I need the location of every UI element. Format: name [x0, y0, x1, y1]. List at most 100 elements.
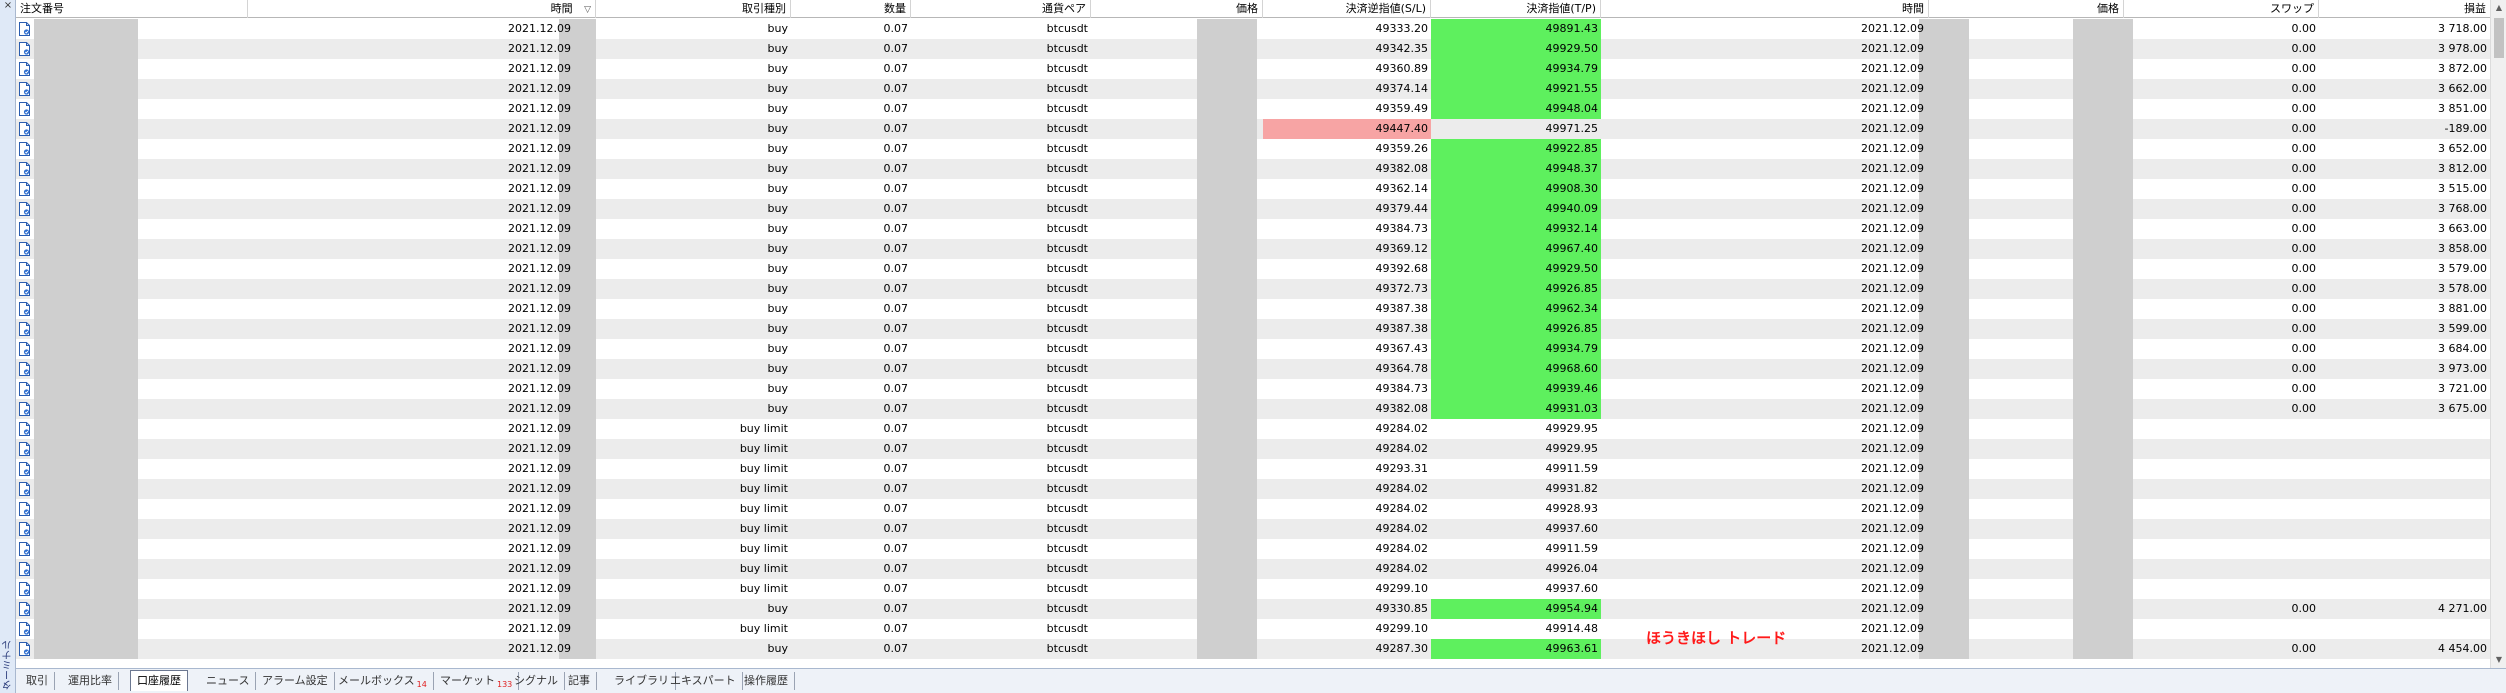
cell-qty: 0.07 — [883, 622, 909, 635]
cell-close-time: 2021.12.09 — [1861, 162, 1924, 175]
redacted-cell — [1197, 79, 1257, 99]
table-row[interactable]: 2021.12.09 buy limit 0.07 btcusdt 49284.02 49… — [16, 439, 2490, 459]
table-row[interactable]: 2021.12.09 buy 0.07 btcusdt 49330.85 49954.94… — [16, 599, 2490, 619]
table-row[interactable]: 2021.12.09 buy 0.07 btcusdt 49359.26 49922.85… — [16, 139, 2490, 159]
table-row[interactable]: 2021.12.09 buy 0.07 btcusdt 49392.68 49929.50… — [16, 259, 2490, 279]
cell-time: 2021.12.09 — [508, 522, 571, 535]
table-row[interactable]: 2021.12.09 buy 0.07 btcusdt 49447.40 49971.25… — [16, 119, 2490, 139]
cell-close-time: 2021.12.09 — [1861, 102, 1924, 115]
cell-sl: 49447.40 — [1263, 119, 1431, 139]
table-row[interactable]: 2021.12.09 buy 0.07 btcusdt 49364.78 49968.60… — [16, 359, 2490, 379]
col-header-symbol[interactable]: 通貨ペア — [911, 0, 1091, 18]
table-row[interactable]: 2021.12.09 buy limit 0.07 btcusdt 49293.31 49… — [16, 459, 2490, 479]
document-icon — [18, 382, 31, 396]
table-row[interactable]: 2021.12.09 buy limit 0.07 btcusdt 49299.10 49… — [16, 579, 2490, 599]
col-header-order[interactable]: 注文番号 — [16, 0, 248, 18]
table-row[interactable]: 2021.12.09 buy 0.07 btcusdt 49384.73 49932.14… — [16, 219, 2490, 239]
cell-close-time: 2021.12.09 — [1861, 522, 1924, 535]
tab-10[interactable]: エキスパート — [664, 672, 743, 690]
cell-swap: 0.00 — [2291, 202, 2317, 215]
cell-pair: btcusdt — [1046, 502, 1088, 515]
table-row[interactable]: 2021.12.09 buy 0.07 btcusdt 49382.08 49931.03… — [16, 399, 2490, 419]
redacted-cell — [1197, 639, 1257, 659]
redacted-cell — [1197, 599, 1257, 619]
cell-time: 2021.12.09 — [508, 582, 571, 595]
cell-qty: 0.07 — [883, 102, 909, 115]
table-row[interactable]: 2021.12.09 buy limit 0.07 btcusdt 49284.02 49… — [16, 499, 2490, 519]
cell-type: buy — [767, 62, 788, 75]
cell-close-time: 2021.12.09 — [1861, 322, 1924, 335]
tab-1[interactable]: 運用比率 — [62, 672, 119, 690]
cell-tp: 49968.60 — [1431, 359, 1601, 379]
cell-qty: 0.07 — [883, 122, 909, 135]
cell-close-time: 2021.12.09 — [1861, 82, 1924, 95]
cell-tp: 49971.25 — [1545, 122, 1599, 135]
table-row[interactable]: 2021.12.09 buy 0.07 btcusdt 49360.89 49934.79… — [16, 59, 2490, 79]
tab-7[interactable]: シグナル — [508, 672, 565, 690]
cell-qty: 0.07 — [883, 522, 909, 535]
table-row[interactable]: 2021.12.09 buy 0.07 btcusdt 49379.44 49940.09… — [16, 199, 2490, 219]
cell-pair: btcusdt — [1046, 622, 1088, 635]
tab-0[interactable]: 取引 — [20, 672, 55, 690]
cell-type: buy limit — [739, 622, 788, 635]
scroll-thumb[interactable] — [2494, 18, 2504, 58]
cell-profit — [2319, 539, 2490, 559]
vertical-scrollbar[interactable]: ▲ ▼ — [2490, 0, 2506, 668]
table-row[interactable]: 2021.12.09 buy 0.07 btcusdt 49387.38 49926.85… — [16, 319, 2490, 339]
redacted-cell — [34, 419, 138, 439]
cell-profit: 3 978.00 — [2438, 42, 2487, 55]
table-row[interactable]: 2021.12.09 buy limit 0.07 btcusdt 49284.02 49… — [16, 519, 2490, 539]
col-header-time[interactable]: 時間 ▽ — [248, 0, 596, 18]
col-header-swap[interactable]: スワップ — [2124, 0, 2319, 18]
table-row[interactable]: 2021.12.09 buy 0.07 btcusdt 49382.08 49948.37… — [16, 159, 2490, 179]
tab-label: 操作履歴 — [744, 674, 788, 687]
table-row[interactable]: 2021.12.09 buy 0.07 btcusdt 49374.14 49921.55… — [16, 79, 2490, 99]
col-header-sl[interactable]: 決済逆指値(S/L) — [1263, 0, 1431, 18]
tab-3[interactable]: ニュース — [200, 672, 257, 690]
table-row[interactable]: 2021.12.09 buy 0.07 btcusdt 49333.20 49891.43… — [16, 19, 2490, 39]
table-row[interactable]: 2021.12.09 buy limit 0.07 btcusdt 49284.02 49… — [16, 559, 2490, 579]
table-row[interactable]: 2021.12.09 buy limit 0.07 btcusdt 49284.02 49… — [16, 479, 2490, 499]
col-header-tp[interactable]: 決済指値(T/P) — [1431, 0, 1601, 18]
scroll-up-icon[interactable]: ▲ — [2491, 0, 2506, 16]
col-header-price[interactable]: 価格 — [1091, 0, 1263, 18]
tab-5[interactable]: メールボックス 14 — [332, 672, 434, 690]
cell-time: 2021.12.09 — [508, 102, 571, 115]
table-row[interactable]: 2021.12.09 buy 0.07 btcusdt 49384.73 49939.46… — [16, 379, 2490, 399]
scroll-down-icon[interactable]: ▼ — [2491, 652, 2506, 668]
table-row[interactable]: 2021.12.09 buy 0.07 btcusdt 49359.49 49948.04… — [16, 99, 2490, 119]
table-row[interactable]: 2021.12.09 buy 0.07 btcusdt 49372.73 49926.85… — [16, 279, 2490, 299]
table-row[interactable]: 2021.12.09 buy 0.07 btcusdt 49387.38 49962.34… — [16, 299, 2490, 319]
col-header-volume[interactable]: 数量 — [791, 0, 911, 18]
cell-pair: btcusdt — [1046, 182, 1088, 195]
tab-6[interactable]: マーケット 133 — [434, 672, 520, 690]
table-row[interactable]: 2021.12.09 buy 0.07 btcusdt 49362.14 49908.30… — [16, 179, 2490, 199]
tab-4[interactable]: アラーム設定 — [256, 672, 335, 690]
table-row[interactable]: 2021.12.09 buy 0.07 btcusdt 49342.35 49929.50… — [16, 39, 2490, 59]
document-icon — [18, 22, 31, 36]
tab-11[interactable]: 操作履歴 — [738, 672, 795, 690]
cell-profit: 3 721.00 — [2438, 382, 2487, 395]
col-header-close-time[interactable]: 時間 — [1601, 0, 1929, 18]
table-row[interactable]: 2021.12.09 buy 0.07 btcusdt 49369.12 49967.40… — [16, 239, 2490, 259]
table-row[interactable]: 2021.12.09 buy 0.07 btcusdt 49287.30 49963.61… — [16, 639, 2490, 659]
tab-2[interactable]: 口座履歴 — [130, 670, 188, 691]
cell-qty: 0.07 — [883, 502, 909, 515]
close-icon[interactable]: × — [2, 0, 14, 12]
table-row[interactable]: 2021.12.09 buy limit 0.07 btcusdt 49284.02 49… — [16, 419, 2490, 439]
cell-swap: 0.00 — [2291, 222, 2317, 235]
col-header-close-price[interactable]: 価格 — [1929, 0, 2124, 18]
cell-tp: 49921.55 — [1431, 79, 1601, 99]
table-row[interactable]: 2021.12.09 buy 0.07 btcusdt 49367.43 49934.79… — [16, 339, 2490, 359]
table-row[interactable]: 2021.12.09 buy limit 0.07 btcusdt 49284.02 49… — [16, 539, 2490, 559]
tab-8[interactable]: 記事 — [562, 672, 597, 690]
redacted-cell — [1197, 399, 1257, 419]
cell-swap — [2124, 499, 2319, 519]
cell-time: 2021.12.09 — [508, 622, 571, 635]
col-header-profit[interactable]: 損益 — [2319, 0, 2490, 18]
cell-close-time: 2021.12.09 — [1861, 582, 1924, 595]
table-row[interactable]: 2021.12.09 buy limit 0.07 btcusdt 49299.10 49… — [16, 619, 2490, 639]
col-header-type[interactable]: 取引種別 — [596, 0, 791, 18]
cell-profit: 3 684.00 — [2438, 342, 2487, 355]
redacted-cell — [1197, 139, 1257, 159]
